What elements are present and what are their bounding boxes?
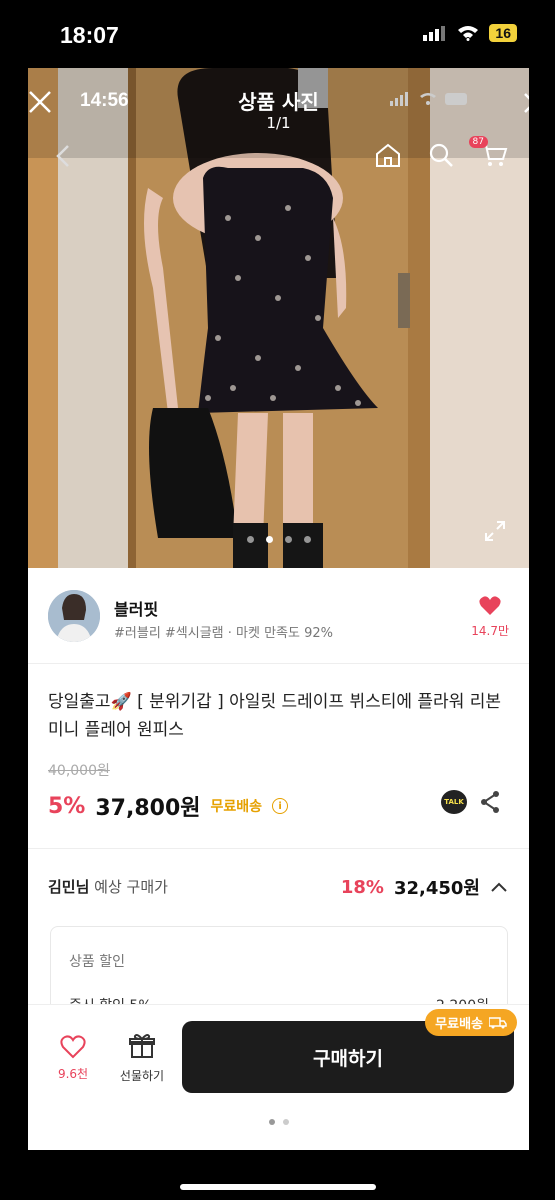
shop-info-row[interactable]: 블러핏 #러블리 #섹시글램 · 마켓 만족도 92% 14.7만 <box>28 568 529 664</box>
carousel-dot[interactable] <box>303 536 311 543</box>
page-dot <box>282 1119 289 1125</box>
member-discount-rate: 18% <box>340 876 384 898</box>
like-count: 9.6천 <box>57 1067 89 1081</box>
carousel-dot[interactable] <box>284 536 292 543</box>
heart-filled-icon <box>479 596 501 615</box>
shop-favorite-button[interactable]: 14.7만 <box>471 596 509 639</box>
photo-viewer-overlay: 14:56 상품 사진 1/1 87 <box>28 68 529 568</box>
signal-icon <box>423 26 446 41</box>
like-button[interactable]: 9.6천 <box>50 1035 96 1082</box>
original-price: 40,000원 <box>48 763 110 779</box>
member-price-summary: 18% 32,450원 <box>341 874 508 900</box>
discount-details-label: 상품 할인 <box>69 954 125 970</box>
shop-name[interactable]: 블러핏 <box>114 596 158 620</box>
gift-icon <box>129 1034 155 1058</box>
product-title: 당일출고🚀 [ 분위기갑 ] 아일릿 드레이프 뷔스티에 플라워 리본 미니 플… <box>48 692 502 740</box>
truck-icon <box>489 1016 507 1028</box>
share-icon[interactable] <box>479 790 501 818</box>
home-indicator[interactable] <box>180 1184 376 1190</box>
bottom-purchase-bar: 9.6천 선물하기 구매하기 무료배송 <box>28 1004 529 1150</box>
outer-status-icons: 16 <box>423 24 517 42</box>
section-divider <box>28 848 529 849</box>
product-photo[interactable]: 14:56 상품 사진 1/1 87 <box>28 68 529 568</box>
kakao-talk-icon[interactable]: TALK <box>441 790 467 814</box>
discount-rate: 5% <box>48 793 86 819</box>
cart-count-badge: 87 <box>468 136 488 148</box>
chevron-up-icon[interactable] <box>490 881 508 893</box>
member-price: 32,450원 <box>393 878 480 899</box>
wifi-icon <box>458 26 479 41</box>
bottom-page-dots <box>28 1119 529 1125</box>
outer-status-time: 18:07 <box>60 22 119 48</box>
page-dot-active <box>268 1119 275 1125</box>
member-price-row[interactable]: 김민님 예상 구매가 18% 32,450원 <box>48 874 508 900</box>
app-screen: 14:56 상품 사진 1/1 87 블러핏 #러블리 #섹시글램 · 마켓 만… <box>28 68 529 1150</box>
gift-button-label: 선물하기 <box>119 1069 165 1083</box>
outer-status-bar: 18:07 16 <box>0 0 555 68</box>
sale-price: 37,800원 <box>95 796 201 821</box>
photo-counter: 1/1 <box>266 114 291 132</box>
battery-icon: 16 <box>489 24 517 42</box>
photo-carousel-dots <box>28 536 529 543</box>
free-shipping-badge: 무료배송 <box>425 1009 517 1036</box>
price-row: 5% 37,800원 무료배송 i <box>48 790 289 822</box>
shop-tags: #러블리 #섹시글램 · 마켓 만족도 92% <box>114 626 333 641</box>
info-icon[interactable]: i <box>272 798 289 814</box>
heart-outline-icon <box>60 1035 86 1059</box>
free-shipping-label: 무료배송 <box>210 799 263 815</box>
carousel-dot[interactable] <box>246 536 254 543</box>
shop-favorite-count: 14.7만 <box>471 624 509 638</box>
member-name: 김민님 <box>48 878 90 896</box>
carousel-dot-active[interactable] <box>265 536 273 543</box>
gift-button[interactable]: 선물하기 <box>112 1033 172 1084</box>
free-shipping-badge-label: 무료배송 <box>435 1017 483 1032</box>
member-price-label: 예상 구매가 <box>89 878 168 896</box>
shop-avatar[interactable] <box>48 590 100 642</box>
